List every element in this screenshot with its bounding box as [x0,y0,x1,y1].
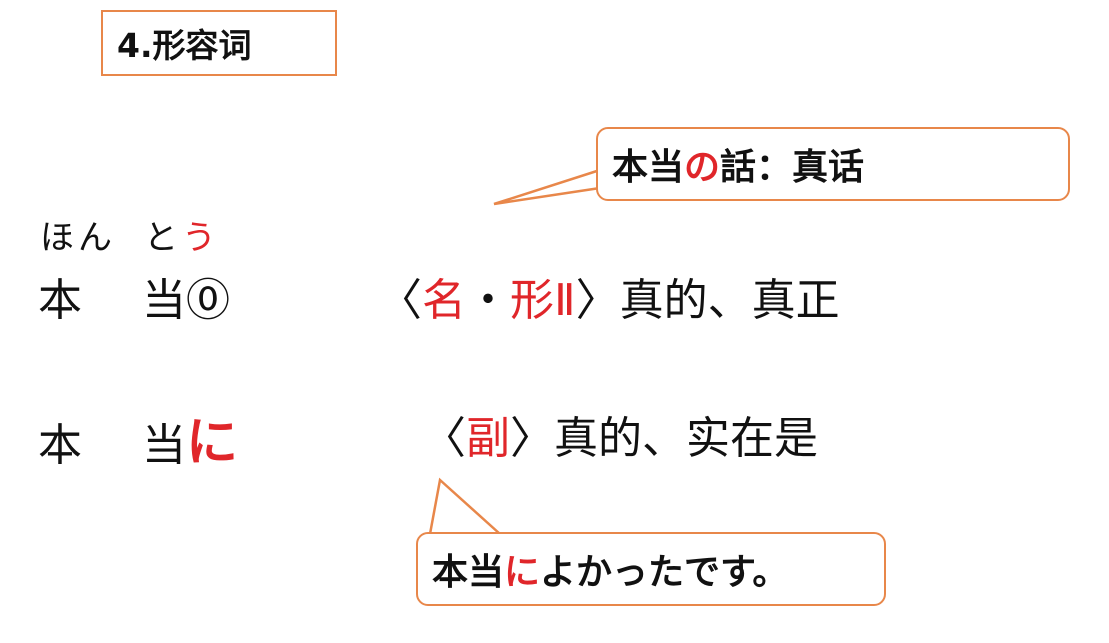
furigana-u: う [182,218,220,258]
entry-2-pos: 副 [466,413,510,464]
entry-2-kanji-1: 本 [38,420,82,471]
entry-2-headword: 本 当に [38,400,238,475]
entry-1-dot: ・ [466,275,510,326]
entry-1-headword: 本 当⓪ [38,264,230,328]
entry-1-kanji-2: 当⓪ [142,275,230,326]
furigana-to: と [144,218,182,258]
callout-bottom-part3: よかったです。 [540,552,789,593]
callout-bottom: 本当によかったです。 [416,532,886,606]
callout-top-tail [493,168,601,206]
entry-2-bracket-open: 〈 [422,413,466,464]
entry-2-bracket-close: 〉 [510,413,554,464]
callout-top: 本当の話：真话 [596,127,1070,201]
entry-1-pos-noun: 名 [422,275,466,326]
furigana-reading: ほん とう [40,210,220,259]
entry-1-bracket-close: 〉 [575,275,620,326]
entry-2-kanji-2: 当 [142,420,186,471]
section-title-text: 4.形容词 [117,26,252,65]
entry-2-meaning: 真的、实在是 [554,413,818,464]
entry-1-definition: 〈名・形Ⅱ〉真的、真正 [378,264,840,328]
entry-1-bracket-open: 〈 [378,275,422,326]
callout-bottom-tail [428,477,501,535]
callout-bottom-particle: に [504,552,541,593]
entry-1-pos-adj: 形Ⅱ [510,275,576,326]
entry-2-particle: に [186,413,239,473]
callout-top-part1: 本当 [612,147,685,188]
section-title: 4.形容词 [101,10,337,76]
callout-bottom-part1: 本当 [432,552,505,593]
callout-top-particle: の [684,147,721,188]
furigana-hon: ほん [40,218,116,258]
callout-top-part3: 話：真话 [720,147,865,188]
entry-1-kanji-1: 本 [38,275,82,326]
entry-2-definition: 〈副〉真的、实在是 [422,402,818,466]
entry-1-meaning: 真的、真正 [619,275,840,326]
